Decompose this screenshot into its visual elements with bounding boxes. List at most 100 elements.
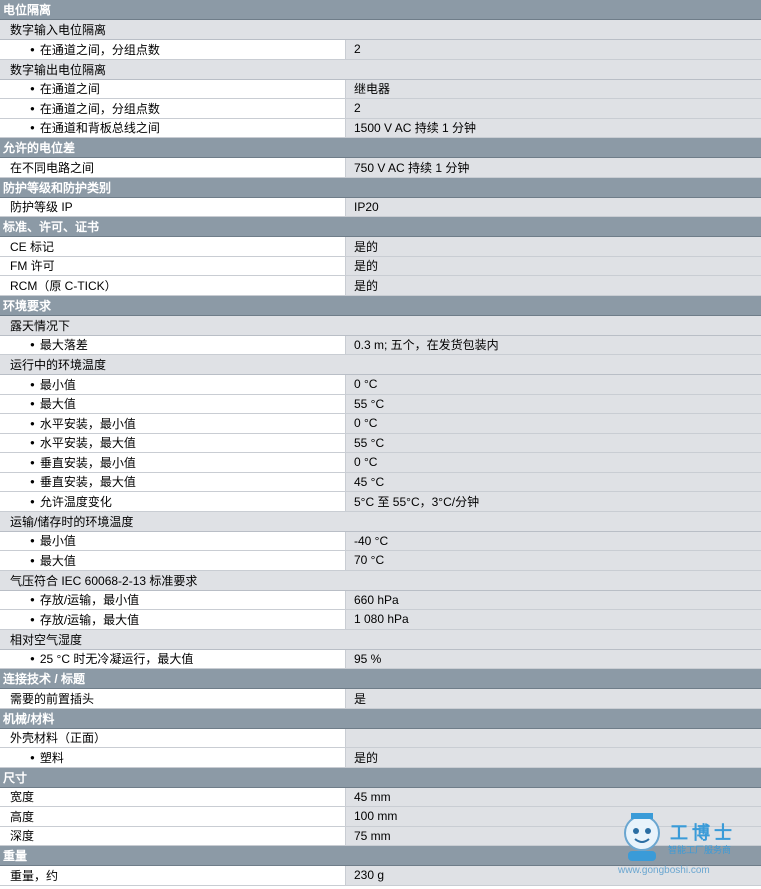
- spec-value: 95 %: [346, 649, 761, 668]
- spec-row: 水平安装，最小值0 °C: [0, 414, 761, 434]
- spec-row: 垂直安装，最小值0 °C: [0, 453, 761, 473]
- spec-label: 在不同电路之间: [0, 158, 346, 177]
- spec-label: 垂直安装，最大值: [0, 472, 346, 491]
- spec-value: 5°C 至 55°C，3°C/分钟: [346, 492, 761, 511]
- spec-row: RCM（原 C-TICK） 是的: [0, 276, 761, 296]
- section-header: 标准、许可、证书: [0, 217, 761, 237]
- spec-label: 最大落差: [0, 335, 346, 354]
- spec-label: 需要的前置插头: [0, 689, 346, 708]
- group-header: 气压符合 IEC 60068-2-13 标准要求: [0, 570, 761, 591]
- spec-row: 重量，约 230 g: [0, 866, 761, 886]
- spec-row: 在不同电路之间 750 V AC 持续 1 分钟: [0, 158, 761, 178]
- spec-value: IP20: [346, 197, 761, 216]
- group-header: 数字输出电位隔离: [0, 59, 761, 80]
- spec-row: 防护等级 IP IP20: [0, 197, 761, 217]
- spec-label: 防护等级 IP: [0, 197, 346, 216]
- spec-row: CE 标记 是的: [0, 237, 761, 257]
- spec-value: 660 hPa: [346, 590, 761, 609]
- spec-value: 75 mm: [346, 826, 761, 845]
- spec-value: 45 mm: [346, 787, 761, 806]
- spec-label: 最大值: [0, 551, 346, 570]
- section-header: 尺寸: [0, 767, 761, 788]
- section-header: 机械/材料: [0, 708, 761, 729]
- spec-row: 宽度 45 mm: [0, 787, 761, 807]
- spec-row: 垂直安装，最大值45 °C: [0, 472, 761, 492]
- spec-row: 最小值0 °C: [0, 375, 761, 395]
- spec-label: 25 °C 时无冷凝运行，最大值: [0, 649, 346, 668]
- spec-value: 继电器: [346, 79, 761, 98]
- spec-row: 外壳材料（正面）: [0, 728, 761, 748]
- spec-row: 25 °C 时无冷凝运行，最大值95 %: [0, 649, 761, 669]
- spec-value: 是的: [346, 748, 761, 767]
- spec-value: 1500 V AC 持续 1 分钟: [346, 118, 761, 137]
- spec-value: 750 V AC 持续 1 分钟: [346, 158, 761, 177]
- spec-value: 2: [346, 40, 761, 59]
- spec-value: 是的: [346, 237, 761, 256]
- spec-row: 存放/运输，最大值1 080 hPa: [0, 610, 761, 630]
- group-header: 露天情况下: [0, 315, 761, 336]
- spec-table: 电位隔离数字输入电位隔离在通道之间，分组点数2数字输出电位隔离在通道之间继电器在…: [0, 0, 761, 886]
- spec-label: RCM（原 C-TICK）: [0, 276, 346, 295]
- spec-value: 是: [346, 689, 761, 708]
- spec-label: 在通道之间，分组点数: [0, 99, 346, 118]
- group-header: 运行中的环境温度: [0, 355, 761, 375]
- section-header: 环境要求: [0, 295, 761, 316]
- spec-value: 1 080 hPa: [346, 610, 761, 629]
- spec-value: 55 °C: [346, 394, 761, 413]
- spec-row: 最大落差0.3 m; 五个，在发货包装内: [0, 335, 761, 355]
- section-header: 防护等级和防护类别: [0, 177, 761, 198]
- group-header: 相对空气湿度: [0, 629, 761, 650]
- spec-row: 在通道和背板总线之间1500 V AC 持续 1 分钟: [0, 118, 761, 138]
- spec-row: 在通道之间，分组点数2: [0, 99, 761, 119]
- spec-label: 宽度: [0, 787, 346, 806]
- spec-label: 最大值: [0, 394, 346, 413]
- spec-row: 在通道之间继电器: [0, 79, 761, 99]
- spec-label: CE 标记: [0, 237, 346, 256]
- spec-value: 0.3 m; 五个，在发货包装内: [346, 335, 761, 354]
- group-header: 数字输入电位隔离: [0, 20, 761, 40]
- spec-row: 深度 75 mm: [0, 826, 761, 846]
- spec-label: 外壳材料（正面）: [0, 728, 346, 747]
- spec-row: 需要的前置插头是: [0, 689, 761, 709]
- spec-label: 最小值: [0, 375, 346, 394]
- spec-row: 最小值-40 °C: [0, 531, 761, 551]
- spec-label: 深度: [0, 826, 346, 845]
- spec-value: 0 °C: [346, 453, 761, 472]
- group-header: 运输/储存时的环境温度: [0, 511, 761, 532]
- spec-label: 重量，约: [0, 866, 346, 885]
- spec-value: -40 °C: [346, 531, 761, 550]
- spec-label: 最小值: [0, 531, 346, 550]
- spec-label: 垂直安装，最小值: [0, 453, 346, 472]
- spec-label: 水平安装，最大值: [0, 433, 346, 452]
- spec-row: 最大值70 °C: [0, 551, 761, 571]
- spec-value: 2: [346, 99, 761, 118]
- spec-label: 水平安装，最小值: [0, 414, 346, 433]
- spec-value: 45 °C: [346, 472, 761, 491]
- section-header: 重量: [0, 846, 761, 866]
- section-header: 连接技术 / 标题: [0, 669, 761, 689]
- spec-row: 塑料是的: [0, 748, 761, 768]
- spec-value: 55 °C: [346, 433, 761, 452]
- spec-value: 0 °C: [346, 375, 761, 394]
- spec-value: 0 °C: [346, 414, 761, 433]
- spec-row: 最大值55 °C: [0, 394, 761, 414]
- spec-label: 在通道之间: [0, 79, 346, 98]
- spec-value: [346, 728, 761, 747]
- spec-row: 高度 100 mm: [0, 807, 761, 827]
- spec-row: 允许温度变化5°C 至 55°C，3°C/分钟: [0, 492, 761, 512]
- spec-label: 塑料: [0, 748, 346, 767]
- spec-value: 100 mm: [346, 807, 761, 826]
- spec-label: 在通道和背板总线之间: [0, 118, 346, 137]
- spec-label: 高度: [0, 807, 346, 826]
- spec-value: 是的: [346, 276, 761, 295]
- spec-row: FM 许可 是的: [0, 256, 761, 276]
- spec-value: 是的: [346, 256, 761, 275]
- section-header: 允许的电位差: [0, 138, 761, 158]
- section-header: 电位隔离: [0, 0, 761, 20]
- spec-value: 230 g: [346, 866, 761, 885]
- spec-value: 70 °C: [346, 551, 761, 570]
- spec-row: 水平安装，最大值55 °C: [0, 433, 761, 453]
- spec-label: 在通道之间，分组点数: [0, 40, 346, 59]
- spec-label: 存放/运输，最大值: [0, 610, 346, 629]
- spec-label: 存放/运输，最小值: [0, 590, 346, 609]
